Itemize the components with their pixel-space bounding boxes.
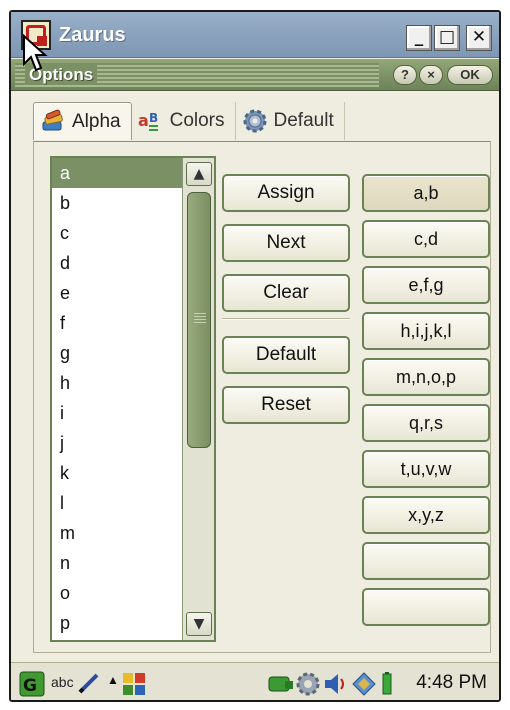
- tab-alpha[interactable]: Alpha: [33, 102, 132, 140]
- close-window-button[interactable]: ✕: [466, 25, 492, 51]
- tab-label: Default: [273, 110, 334, 131]
- letter-list-item[interactable]: n: [52, 548, 182, 578]
- list-scrollbar[interactable]: ▲ ▼: [182, 158, 214, 640]
- input-method-label[interactable]: abc: [51, 674, 74, 690]
- letter-list-item[interactable]: f: [52, 308, 182, 338]
- app-launcher-icon[interactable]: [121, 671, 147, 700]
- letter-list-item[interactable]: i: [52, 398, 182, 428]
- pen-icon[interactable]: [77, 671, 101, 700]
- colors-icon: a B: [138, 108, 164, 134]
- letter-group-button[interactable]: q,r,s: [362, 404, 490, 442]
- letter-list-item[interactable]: l: [52, 488, 182, 518]
- reset-button[interactable]: Reset: [222, 386, 350, 424]
- tab-label: Colors: [169, 110, 225, 131]
- tab-colors[interactable]: a B Colors: [132, 102, 236, 140]
- letter-list-item[interactable]: d: [52, 248, 182, 278]
- letter-group-button[interactable]: c,d: [362, 220, 490, 258]
- letter-list-item[interactable]: o: [52, 578, 182, 608]
- scroll-thumb[interactable]: [187, 192, 211, 448]
- letter-list-item[interactable]: j: [52, 428, 182, 458]
- mouse-cursor-icon: [23, 34, 48, 72]
- letter-list-item[interactable]: m: [52, 518, 182, 548]
- keyboard-arrow-icon[interactable]: ▲: [107, 673, 119, 687]
- letter-group-button[interactable]: [362, 542, 490, 580]
- window-title: Zaurus: [59, 24, 126, 46]
- maximize-button[interactable]: □: [434, 25, 460, 51]
- letter-group-button[interactable]: a,b: [362, 174, 490, 212]
- letter-group-button[interactable]: m,n,o,p: [362, 358, 490, 396]
- tab-bar: Alpha a B Colors Default: [33, 102, 345, 142]
- tab-label: Alpha: [72, 110, 121, 132]
- taskbar: G abc ▲ 4:48 PM: [11, 662, 499, 700]
- assign-button[interactable]: Assign: [222, 174, 350, 212]
- app-window: Zaurus _ □ ✕ Options ? × OK Alpha a B Co…: [9, 10, 501, 702]
- scroll-down-button[interactable]: ▼: [186, 612, 212, 636]
- ok-button[interactable]: OK: [447, 65, 493, 85]
- minimize-button[interactable]: _: [406, 25, 432, 51]
- letter-list-item[interactable]: p: [52, 608, 182, 638]
- divider: [222, 318, 350, 320]
- battery-icon[interactable]: [381, 671, 393, 700]
- default-button[interactable]: Default: [222, 336, 350, 374]
- letter-list: abcdefghijklmnop: [52, 158, 182, 638]
- start-menu-icon[interactable]: G: [19, 671, 45, 700]
- letter-group-button[interactable]: t,u,v,w: [362, 450, 490, 488]
- clear-button[interactable]: Clear: [222, 274, 350, 312]
- dialog-close-button[interactable]: ×: [419, 65, 443, 85]
- letter-group-button[interactable]: h,i,j,k,l: [362, 312, 490, 350]
- letter-listbox[interactable]: abcdefghijklmnop ▲ ▼: [50, 156, 216, 642]
- letter-group-button[interactable]: e,f,g: [362, 266, 490, 304]
- next-button[interactable]: Next: [222, 224, 350, 262]
- letter-group-button[interactable]: x,y,z: [362, 496, 490, 534]
- alpha-panel: abcdefghijklmnop ▲ ▼ Assign Next Clear D…: [33, 141, 491, 653]
- gear-icon: [242, 108, 268, 134]
- window-titlebar[interactable]: Zaurus _ □ ✕: [11, 12, 499, 58]
- letter-list-item[interactable]: e: [52, 278, 182, 308]
- letter-list-item[interactable]: g: [52, 338, 182, 368]
- letter-list-item[interactable]: k: [52, 458, 182, 488]
- letter-list-item[interactable]: a: [52, 158, 182, 188]
- settings-gear-icon[interactable]: [295, 671, 321, 700]
- volume-icon[interactable]: [323, 671, 349, 700]
- books-icon: [40, 109, 66, 135]
- scroll-up-button[interactable]: ▲: [186, 162, 212, 186]
- letter-list-item[interactable]: c: [52, 218, 182, 248]
- letter-list-item[interactable]: h: [52, 368, 182, 398]
- help-button[interactable]: ?: [393, 65, 417, 85]
- clock[interactable]: 4:48 PM: [416, 672, 487, 694]
- letter-list-item[interactable]: b: [52, 188, 182, 218]
- svg-text:B: B: [149, 111, 158, 125]
- tab-default[interactable]: Default: [236, 102, 345, 140]
- letter-group-button[interactable]: [362, 588, 490, 626]
- dialog-header: Options ? × OK: [11, 59, 499, 91]
- svg-text:a: a: [138, 111, 149, 130]
- svg-text:G: G: [23, 676, 37, 696]
- network-icon[interactable]: [267, 671, 295, 700]
- sync-icon[interactable]: [351, 671, 377, 700]
